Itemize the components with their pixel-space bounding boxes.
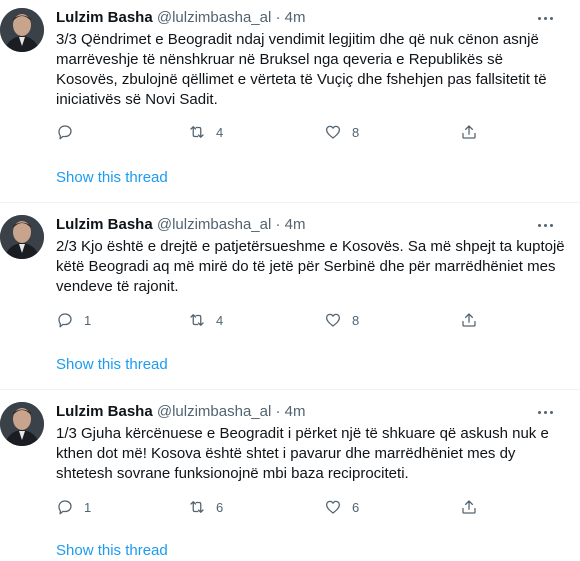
avatar[interactable] (0, 402, 44, 446)
more-icon[interactable] (536, 402, 556, 422)
avatar[interactable] (0, 215, 44, 259)
reply-button[interactable]: 1 (56, 497, 91, 517)
share-icon (462, 313, 476, 327)
timestamp[interactable]: 4m (285, 403, 306, 420)
like-count: 8 (352, 124, 360, 140)
separator-dot: · (275, 9, 281, 26)
more-icon[interactable] (536, 215, 556, 235)
reply-button[interactable] (56, 122, 84, 142)
more-icon[interactable] (536, 8, 556, 28)
retweet-count: 4 (216, 124, 224, 140)
share-button[interactable] (460, 122, 478, 142)
like-button[interactable]: 6 (324, 497, 359, 517)
share-button[interactable] (460, 310, 478, 330)
reply-icon (58, 125, 72, 140)
tweet-text: 1/3 Gjuha kërcënuese e Beogradit i përke… (56, 425, 549, 482)
reply-count: 1 (84, 312, 92, 328)
retweet-button[interactable]: 4 (188, 122, 223, 142)
tweet-header: Lulzim Basha @lulzimbasha_al · 4m (56, 8, 580, 28)
divider (0, 202, 580, 203)
retweet-icon (190, 501, 204, 513)
separator-dot: · (275, 216, 281, 233)
tweet-actions: 1 4 8 (56, 310, 516, 330)
show-thread-link[interactable]: Show this thread (56, 541, 168, 561)
reply-button[interactable]: 1 (56, 310, 91, 330)
tweet[interactable]: Lulzim Basha @lulzimbasha_al · 4m 1/3 Gj… (0, 394, 580, 559)
retweet-count: 6 (216, 499, 224, 515)
retweet-button[interactable]: 6 (188, 497, 223, 517)
like-button[interactable]: 8 (324, 310, 359, 330)
show-thread-link[interactable]: Show this thread (56, 355, 168, 375)
retweet-icon (190, 126, 204, 138)
share-icon (462, 500, 476, 514)
like-count: 6 (352, 499, 360, 515)
retweet-count: 4 (216, 312, 224, 328)
like-count: 8 (352, 312, 360, 328)
tweet[interactable]: Lulzim Basha @lulzimbasha_al · 4m 3/3 Që… (0, 0, 580, 202)
tweet-text: 3/3 Qëndrimet e Beogradit ndaj vendimit … (56, 31, 547, 108)
reply-icon (58, 500, 72, 515)
timestamp[interactable]: 4m (285, 216, 306, 233)
author-name[interactable]: Lulzim Basha (56, 216, 153, 233)
tweet-header: Lulzim Basha @lulzimbasha_al · 4m (56, 402, 580, 422)
like-icon (325, 500, 341, 514)
author-handle[interactable]: @lulzimbasha_al (157, 216, 271, 233)
like-icon (325, 313, 341, 327)
tweet-header: Lulzim Basha @lulzimbasha_al · 4m (56, 215, 580, 235)
retweet-icon (190, 314, 204, 326)
tweet[interactable]: Lulzim Basha @lulzimbasha_al · 4m 2/3 Kj… (0, 207, 580, 389)
divider (0, 389, 580, 390)
like-icon (325, 125, 341, 139)
timestamp[interactable]: 4m (285, 9, 306, 26)
tweet-text: 2/3 Kjo është e drejtë e patjetërsueshme… (56, 238, 565, 295)
show-thread-link[interactable]: Show this thread (56, 168, 168, 188)
share-button[interactable] (460, 497, 478, 517)
author-handle[interactable]: @lulzimbasha_al (157, 403, 271, 420)
retweet-button[interactable]: 4 (188, 310, 223, 330)
reply-count: 1 (84, 499, 92, 515)
author-name[interactable]: Lulzim Basha (56, 403, 153, 420)
share-icon (462, 125, 476, 139)
author-name[interactable]: Lulzim Basha (56, 9, 153, 26)
separator-dot: · (275, 403, 281, 420)
tweet-actions: 1 6 6 (56, 497, 516, 517)
tweet-actions: 4 8 (56, 122, 516, 142)
author-handle[interactable]: @lulzimbasha_al (157, 9, 271, 26)
reply-icon (58, 313, 72, 328)
like-button[interactable]: 8 (324, 122, 359, 142)
avatar[interactable] (0, 8, 44, 52)
